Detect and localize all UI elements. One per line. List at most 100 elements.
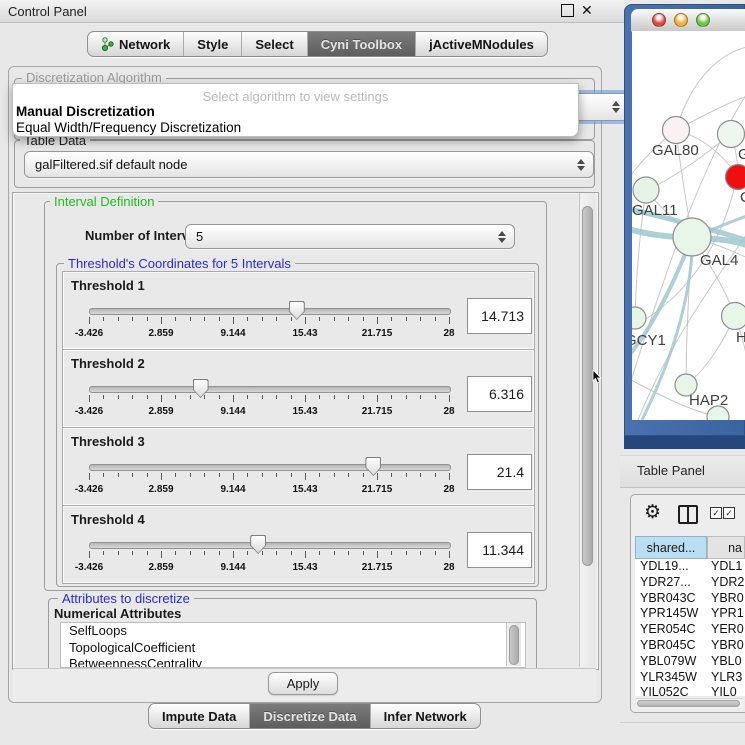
gear-icon[interactable]: ⚙ (644, 501, 661, 524)
dropdown-option-manual[interactable]: Manual Discretization (16, 104, 155, 119)
slider-track[interactable] (89, 386, 451, 393)
slider-tick (334, 551, 335, 555)
settings-scrollbar-thumb[interactable] (582, 206, 593, 566)
control-panel-titlebar (0, 0, 624, 23)
minimize-traffic-light-icon[interactable] (674, 13, 688, 27)
close-icon[interactable]: ✕ (581, 2, 593, 19)
table-row[interactable]: YBR045CYBR0 (635, 638, 745, 654)
bottom-tab-impute-data[interactable]: Impute Data (149, 704, 250, 728)
slider-track[interactable] (89, 542, 451, 549)
slider-tick (118, 395, 119, 399)
network-node-h[interactable] (722, 303, 745, 330)
attribute-list-item[interactable]: BetweennessCentrality (61, 656, 525, 668)
slider-tick (132, 317, 133, 321)
combo-stepper-icon (612, 101, 620, 113)
slider-thumb[interactable] (193, 379, 209, 398)
table-row[interactable]: YDL19...YDL1 (635, 559, 745, 575)
slider-tick-label: 15.43 (292, 484, 317, 495)
numerical-attributes-list[interactable]: SelfLoopsTopologicalCoefficientBetweenne… (60, 622, 526, 668)
tab-network[interactable]: Network (88, 32, 184, 56)
thresholds-group-title: Threshold's Coordinates for 5 Intervals (64, 257, 295, 270)
slider-tick (262, 317, 263, 321)
node-table[interactable]: shared...naYDL19...YDL1YDR27...YDR2YBR04… (635, 536, 745, 696)
bottom-tab-discretize-data[interactable]: Discretize Data (250, 704, 370, 728)
slider-tick-label: 9.144 (220, 484, 245, 495)
threshold-label: Threshold 1 (71, 278, 145, 293)
network-node-gal11[interactable] (633, 177, 659, 203)
network-node-c[interactable] (726, 165, 745, 190)
settings-scrollbar[interactable] (579, 193, 595, 667)
table-row[interactable]: YBL079WYBL0 (635, 654, 745, 670)
tab-select[interactable]: Select (242, 32, 307, 56)
slider-tick (377, 473, 378, 480)
slider-tick (89, 551, 90, 558)
network-canvas[interactable]: GAL80GACGAL11GAL4GCY1HHAP2 (632, 31, 745, 420)
tab-style[interactable]: Style (184, 32, 242, 56)
bottom-tabbar: Impute Data Discretize Data Infer Network (148, 703, 481, 729)
close-traffic-light-icon[interactable] (652, 13, 666, 27)
slider-tick (204, 395, 205, 399)
apply-button[interactable]: Apply (268, 672, 338, 695)
attributes-group-title: Attributes to discretize (58, 592, 194, 605)
threshold-value-field[interactable]: 14.713 (467, 298, 532, 334)
network-edge[interactable] (676, 47, 745, 130)
attribute-list-item[interactable]: TopologicalCoefficient (61, 640, 525, 657)
threshold-value-field[interactable]: 6.316 (467, 376, 532, 412)
combo-stepper-icon (498, 231, 506, 243)
slider-tick (132, 551, 133, 555)
tab-cyni-toolbox[interactable]: Cyni Toolbox (308, 32, 416, 56)
number-of-intervals-combo[interactable]: 5 (185, 224, 515, 249)
tab-label: Select (255, 37, 293, 52)
table-data-combo[interactable]: galFiltered.sif default node (24, 151, 594, 178)
threshold-value-field[interactable]: 11.344 (467, 532, 532, 568)
slider-tick (147, 551, 148, 555)
slider-tick (161, 395, 162, 402)
table-cell: YIL0 (707, 685, 745, 696)
network-node-ga[interactable] (718, 121, 745, 148)
table-header-1[interactable]: shared... (635, 536, 707, 559)
attribute-list-item[interactable]: SelfLoops (61, 623, 525, 640)
table-row[interactable]: YPR145WYPR1 (635, 606, 745, 622)
tab-label: Discretize Data (263, 709, 356, 724)
checkbox-icon[interactable]: ✓ (723, 507, 735, 519)
network-graph: GAL80GACGAL11GAL4GCY1HHAP2 (632, 31, 745, 420)
attributes-scrollbar-thumb[interactable] (509, 625, 519, 665)
network-window-titlebar[interactable] (631, 9, 745, 32)
table-row[interactable]: YLR345WYLR3 (635, 670, 745, 686)
slider-thumb[interactable] (365, 457, 381, 476)
bottom-tab-infer-network[interactable]: Infer Network (371, 704, 480, 728)
checkbox-icon[interactable]: ✓ (710, 507, 722, 519)
slider-tick (247, 473, 248, 477)
zoom-traffic-light-icon[interactable] (696, 13, 710, 27)
slider-tick (118, 473, 119, 477)
split-columns-icon[interactable] (678, 505, 698, 524)
threshold-panel-3: Threshold 3-3.4262.8599.14415.4321.71528… (62, 427, 535, 506)
network-node-gal4[interactable] (673, 218, 711, 256)
table-row[interactable]: YBR043CYBR0 (635, 591, 745, 607)
numerical-attributes-heading: Numerical Attributes (54, 606, 181, 621)
attributes-scrollbar[interactable] (506, 623, 521, 666)
table-header-2[interactable]: na (707, 536, 745, 559)
slider-tick (89, 473, 90, 480)
table-hscrollbar-thumb[interactable] (637, 700, 740, 707)
network-node-gal80[interactable] (663, 117, 690, 144)
slider-track[interactable] (89, 464, 451, 471)
float-window-icon[interactable] (561, 4, 574, 17)
number-of-intervals-value: 5 (196, 229, 203, 244)
tab-jactivemnodules[interactable]: jActiveMNodules (416, 32, 547, 56)
table-row[interactable]: YDR27...YDR2 (635, 575, 745, 591)
slider-track[interactable] (89, 308, 451, 315)
slider-tick (103, 317, 104, 321)
network-node-gcy1[interactable] (632, 307, 646, 329)
threshold-value-field[interactable]: 21.4 (467, 454, 532, 490)
dropdown-option-equal-width[interactable]: Equal Width/Frequency Discretization (16, 120, 241, 135)
slider-tick (449, 395, 450, 402)
slider-tick (406, 551, 407, 555)
table-row[interactable]: YIL052CYIL0 (635, 685, 745, 696)
slider-tick (161, 473, 162, 480)
slider-thumb[interactable] (250, 535, 266, 554)
slider-tick (319, 317, 320, 321)
slider-tick (118, 551, 119, 555)
table-row[interactable]: YER054CYER0 (635, 622, 745, 638)
table-hscrollbar[interactable] (636, 698, 743, 708)
